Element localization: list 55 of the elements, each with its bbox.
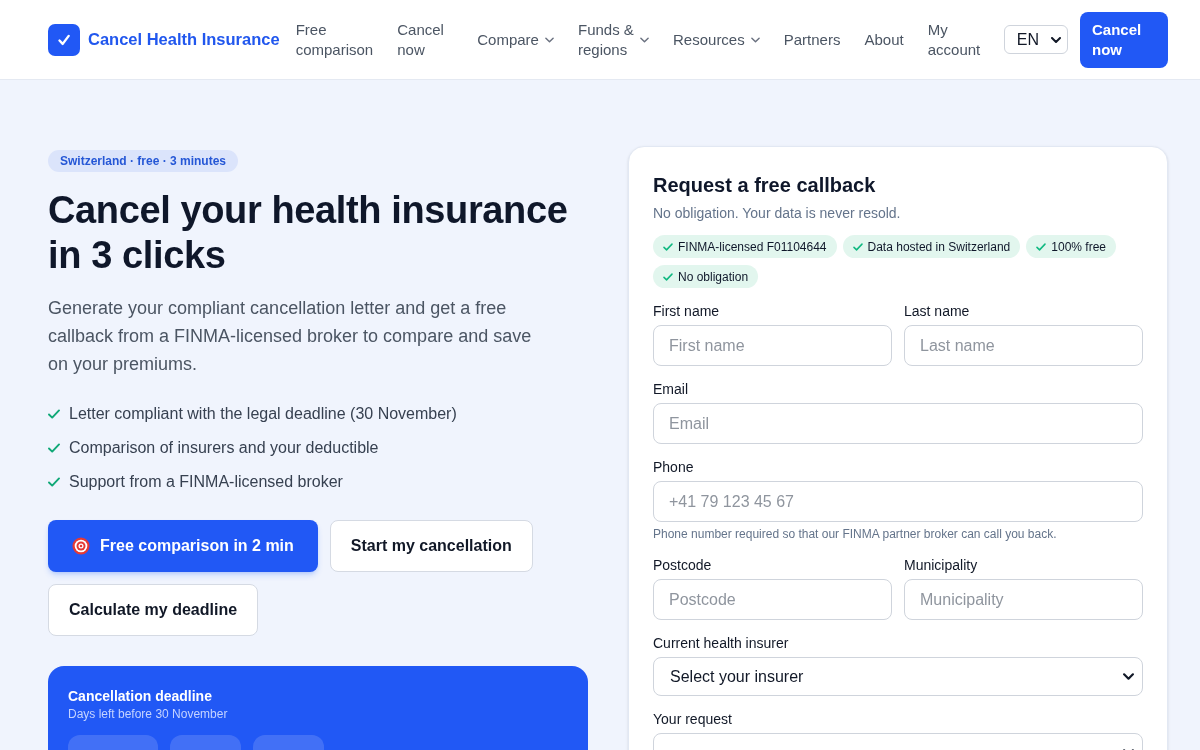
select-field[interactable]: Select your insurer [653, 657, 1143, 696]
input-field[interactable]: Postcode [653, 579, 892, 620]
check-icon [852, 242, 863, 251]
input-field[interactable]: +41 79 123 45 67 [653, 481, 1143, 522]
chevron-down-icon [1051, 36, 1061, 43]
field-label: Phone [653, 458, 695, 477]
chevron-down-icon [1123, 673, 1134, 680]
field-label: Current health insurer [653, 634, 790, 653]
brand-link[interactable]: Cancel Health Insurance [88, 27, 280, 52]
nav-link[interactable]: My account [927, 19, 984, 60]
action-button[interactable]: Calculate my deadline [48, 584, 259, 636]
hint-text: Phone number required so that our FINMA partner broker can call you back. [653, 526, 1058, 542]
lead-paragraph: Generate your compliant cancellation letter and get a free callback from a FINMA-licensed broker to compare and save on your premiums. [48, 297, 533, 376]
nav-link[interactable]: Partners [783, 29, 841, 50]
card-subtitle: Days left before 30 November [68, 706, 229, 722]
badge-label: 100% free [1051, 238, 1106, 256]
nav-link[interactable]: Funds & regions [578, 19, 649, 60]
check-icon [663, 242, 673, 251]
nav-link[interactable]: Compare [477, 29, 554, 50]
page-heading: Cancel your health insurance in 3 clicks [48, 188, 569, 278]
check-icon [663, 272, 673, 281]
info-badge: Switzerland · free · 3 minutes [48, 150, 239, 172]
benefit-text: Support from a FINMA-licensed broker [69, 472, 343, 492]
input-field[interactable]: First name [653, 325, 892, 366]
badge-label: FINMA-licensed F01104644 [678, 238, 827, 256]
form-subtitle: No obligation. Your data is never resold. [653, 204, 902, 223]
check-icon [48, 443, 60, 453]
field-label: Last name [904, 302, 971, 321]
field-label: First name [653, 302, 721, 321]
language-select[interactable]: EN [1003, 25, 1068, 54]
nav-link[interactable]: About [864, 29, 904, 50]
field-label: Postcode [653, 556, 713, 575]
badge-label: Data hosted in Switzerland [867, 238, 1011, 256]
field-label: Your request [653, 710, 733, 729]
action-button[interactable]: Start my cancellation [329, 520, 533, 572]
check-icon [48, 409, 60, 419]
target-icon [72, 537, 90, 555]
check-icon [1036, 242, 1047, 251]
form-title: Request a free callback [653, 173, 877, 198]
input-field[interactable]: Last name [904, 325, 1143, 366]
card-title: Cancellation deadline [68, 687, 213, 706]
benefit-text: Comparison of insurers and your deductible [69, 438, 379, 458]
benefit-text: Letter compliant with the legal deadline (30 November) [69, 404, 457, 424]
nav-link[interactable]: Resources [673, 29, 760, 50]
check-tile-icon [48, 23, 80, 56]
cancel-now-button[interactable]: Cancel now [1080, 11, 1168, 68]
check-icon [48, 477, 60, 487]
field-label: Email [653, 380, 689, 399]
nav-link[interactable]: Cancel now [397, 19, 454, 60]
badge-label: No obligation [678, 268, 749, 286]
nav-link[interactable]: Free comparison [295, 19, 374, 60]
input-field[interactable]: Email [653, 403, 1143, 444]
comparison-button[interactable]: Free comparison in 2 min [48, 520, 318, 572]
field-label: Municipality [904, 556, 979, 575]
input-field[interactable]: Municipality [904, 579, 1143, 620]
